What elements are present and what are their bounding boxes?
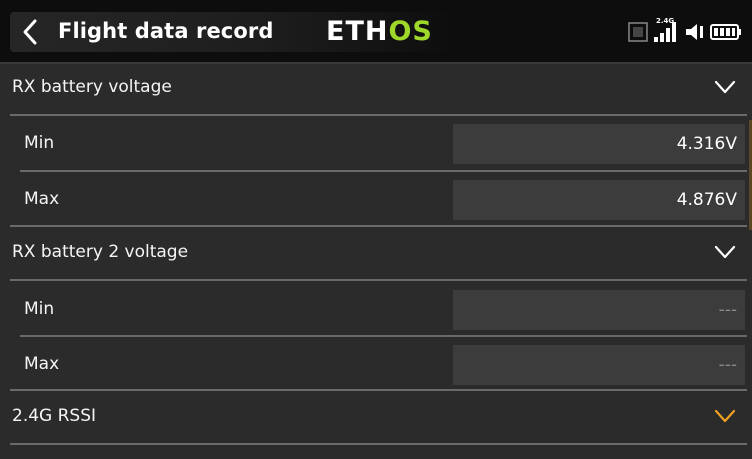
top-bar: Flight data record ETHOS 2.4G bbox=[0, 0, 752, 64]
divider bbox=[10, 443, 747, 445]
section-label: RX battery 2 voltage bbox=[12, 242, 189, 262]
battery-icon bbox=[710, 24, 741, 40]
value-text: --- bbox=[718, 300, 737, 320]
section-label: RX battery voltage bbox=[12, 77, 172, 97]
value-text: --- bbox=[718, 355, 737, 375]
ethos-logo: ETHOS bbox=[326, 17, 446, 47]
logo-text-eth: ETH bbox=[326, 16, 389, 47]
value-field-max[interactable]: 4.876V bbox=[453, 180, 745, 220]
section-rx-battery-voltage[interactable]: RX battery voltage bbox=[0, 62, 752, 116]
field-row-max: Max 4.876V bbox=[10, 172, 752, 226]
logo-text-os: OS bbox=[388, 16, 433, 47]
back-button[interactable] bbox=[14, 16, 46, 48]
divider bbox=[10, 279, 747, 281]
value-field-min[interactable]: 4.316V bbox=[453, 124, 745, 164]
content-list: RX battery voltage Min 4.316V Max 4.876V… bbox=[0, 62, 752, 459]
value-field-max[interactable]: --- bbox=[453, 345, 745, 385]
chevron-down-icon[interactable] bbox=[714, 244, 736, 260]
storage-icon[interactable] bbox=[628, 22, 648, 42]
field-label: Min bbox=[24, 133, 55, 153]
section-label: 2.4G RSSI bbox=[12, 406, 97, 426]
field-row-min: Min 4.316V bbox=[10, 116, 752, 170]
field-label: Min bbox=[24, 299, 55, 319]
signal-bars-icon bbox=[654, 22, 676, 42]
volume-icon[interactable] bbox=[684, 21, 706, 43]
value-text: 4.876V bbox=[676, 190, 737, 210]
status-bar: 2.4G bbox=[628, 17, 742, 44]
rf-signal: 2.4G bbox=[652, 17, 680, 44]
section-2-4g-rssi[interactable]: 2.4G RSSI bbox=[0, 391, 752, 445]
chevron-down-icon[interactable] bbox=[714, 408, 736, 424]
value-text: 4.316V bbox=[676, 134, 737, 154]
field-row-min: Min --- bbox=[10, 282, 752, 336]
value-field-min[interactable]: --- bbox=[453, 290, 745, 330]
chevron-down-icon[interactable] bbox=[714, 79, 736, 95]
field-label: Max bbox=[24, 354, 60, 374]
field-row-max: Max --- bbox=[10, 337, 752, 391]
screen: Flight data record ETHOS 2.4G RX battery… bbox=[0, 0, 752, 459]
page-title: Flight data record bbox=[58, 19, 274, 43]
section-rx-battery-2-voltage[interactable]: RX battery 2 voltage bbox=[0, 227, 752, 281]
chevron-left-icon bbox=[23, 19, 37, 45]
field-label: Max bbox=[24, 189, 60, 209]
